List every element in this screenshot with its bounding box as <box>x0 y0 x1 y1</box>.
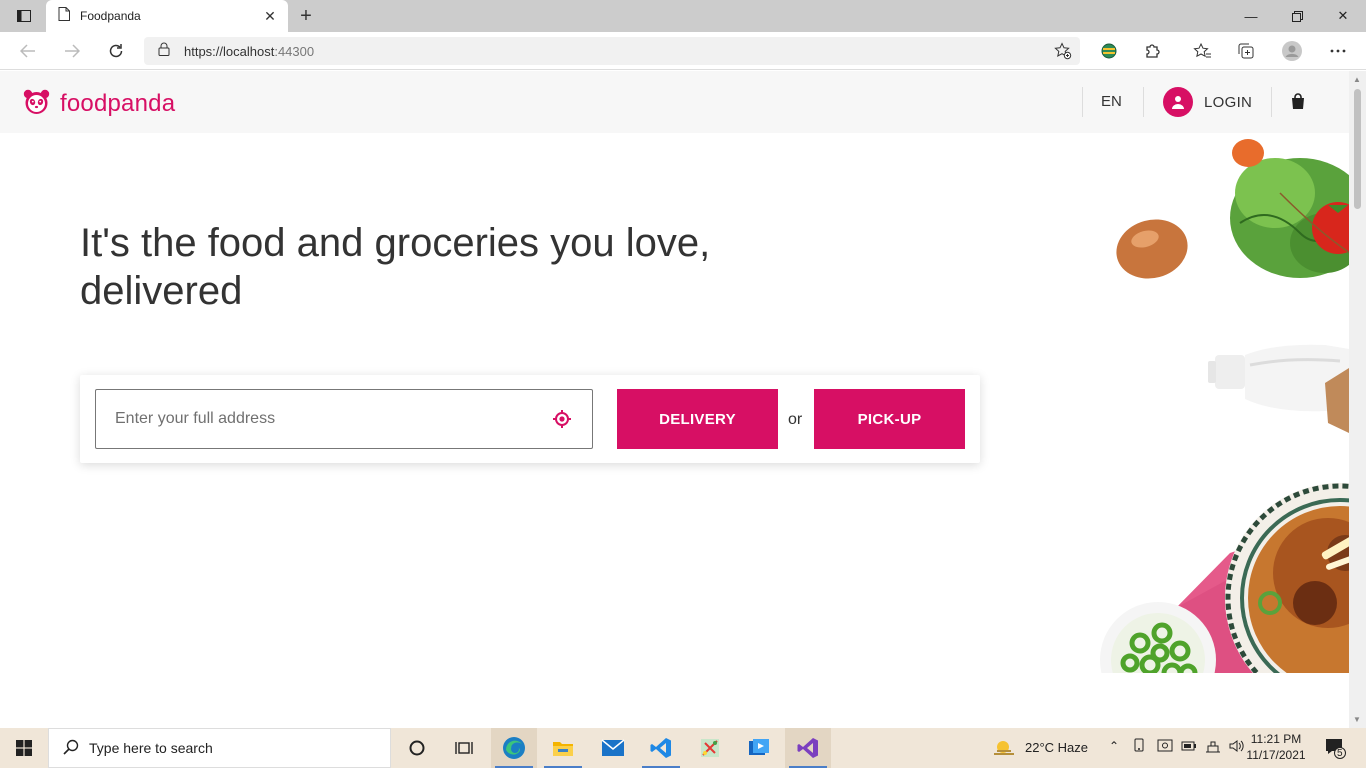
language-selector[interactable]: EN <box>1101 93 1122 110</box>
browser-tab-strip: Foodpanda ✕ + — ✕ <box>0 0 1366 32</box>
taskbar-search-box[interactable]: Type here to search <box>48 728 391 768</box>
header-divider <box>1271 87 1272 117</box>
login-label: LOGIN <box>1204 93 1253 111</box>
show-hidden-icons-icon[interactable]: ⌃ <box>1109 739 1119 753</box>
hero-title: It's the food and groceries you love, de… <box>80 221 711 313</box>
web-page: foodpanda EN LOGIN It's the food and gro… <box>0 71 1349 728</box>
weather-text[interactable]: 22°C Haze <box>1025 740 1088 755</box>
scroll-up-icon[interactable]: ▲ <box>1353 75 1361 84</box>
panda-logo-icon <box>23 88 50 120</box>
header-divider <box>1143 87 1144 117</box>
brand-name: foodpanda <box>60 90 176 117</box>
taskbar-search-placeholder: Type here to search <box>89 740 213 756</box>
login-button[interactable]: LOGIN <box>1163 87 1252 117</box>
tray-device-icon[interactable] <box>1132 738 1146 757</box>
new-tab-icon[interactable]: + <box>294 4 318 28</box>
media-player-icon[interactable] <box>736 728 782 768</box>
header-divider <box>1082 87 1083 117</box>
windows-taskbar: Type here to search 22°C Haze ⌃ 11:21 PM… <box>0 728 1366 768</box>
shopping-bag-icon[interactable] <box>1290 93 1306 115</box>
refresh-icon[interactable] <box>104 39 128 63</box>
user-icon <box>1163 87 1193 117</box>
extensions-puzzle-icon[interactable] <box>1143 41 1163 61</box>
window-controls: — ✕ <box>1228 0 1366 32</box>
scroll-thumb[interactable] <box>1354 89 1361 209</box>
notification-count: 5 <box>1337 748 1343 759</box>
profile-avatar-icon[interactable] <box>1282 41 1302 61</box>
mail-icon[interactable] <box>590 728 636 768</box>
browser-tab[interactable]: Foodpanda ✕ <box>46 0 288 32</box>
lock-icon <box>158 42 170 61</box>
page-icon <box>58 6 70 26</box>
add-favorite-icon[interactable] <box>1054 42 1072 65</box>
edge-browser-icon[interactable] <box>491 728 537 768</box>
weather-icon[interactable] <box>984 728 1024 768</box>
restore-icon[interactable] <box>1274 0 1320 32</box>
address-bar[interactable]: https://localhost:44300 <box>144 37 1080 65</box>
browser-toolbar: https://localhost:44300 <box>0 32 1366 70</box>
task-view-icon[interactable] <box>441 728 487 768</box>
visual-studio-icon[interactable] <box>785 728 831 768</box>
address-search-card: DELIVERY or PICK-UP <box>80 375 980 463</box>
or-separator: or <box>788 411 803 428</box>
back-icon[interactable] <box>16 39 40 63</box>
page-scrollbar[interactable]: ▲ ▼ <box>1349 71 1366 728</box>
tab-title: Foodpanda <box>80 9 141 23</box>
extension-globe-icon[interactable] <box>1099 41 1119 61</box>
clock-time: 11:21 PM <box>1250 732 1302 746</box>
cortana-icon[interactable] <box>394 728 440 768</box>
favorites-icon[interactable] <box>1192 41 1212 61</box>
forward-icon[interactable] <box>60 39 84 63</box>
search-icon <box>63 739 79 758</box>
locate-me-icon[interactable] <box>552 409 572 429</box>
tab-actions-icon[interactable] <box>8 6 40 26</box>
close-tab-icon[interactable]: ✕ <box>262 8 278 25</box>
clock-date: 11/17/2021 <box>1246 748 1306 762</box>
windows-start-icon[interactable] <box>0 728 48 768</box>
more-menu-icon[interactable] <box>1328 41 1348 61</box>
url-text: https://localhost:44300 <box>184 43 315 59</box>
close-window-icon[interactable]: ✕ <box>1320 0 1366 32</box>
pickup-button[interactable]: PICK-UP <box>814 389 965 449</box>
minimize-icon[interactable]: — <box>1228 0 1274 32</box>
system-clock[interactable]: 11:21 PM 11/17/2021 <box>1246 731 1306 763</box>
volume-icon[interactable] <box>1228 738 1244 757</box>
collections-icon[interactable] <box>1236 41 1256 61</box>
address-field[interactable] <box>95 389 593 449</box>
battery-icon[interactable] <box>1181 738 1197 757</box>
tray-security-icon[interactable] <box>1157 738 1173 757</box>
delivery-button[interactable]: DELIVERY <box>617 389 778 449</box>
file-explorer-icon[interactable] <box>540 728 586 768</box>
scroll-down-icon[interactable]: ▼ <box>1353 715 1361 724</box>
vscode-icon[interactable] <box>638 728 684 768</box>
address-input[interactable] <box>96 390 536 448</box>
network-icon[interactable] <box>1205 738 1221 757</box>
network-tool-icon[interactable] <box>687 728 733 768</box>
food-illustration <box>1100 139 1349 673</box>
brand-logo[interactable]: foodpanda <box>23 88 175 120</box>
site-header: foodpanda EN LOGIN <box>0 71 1349 133</box>
